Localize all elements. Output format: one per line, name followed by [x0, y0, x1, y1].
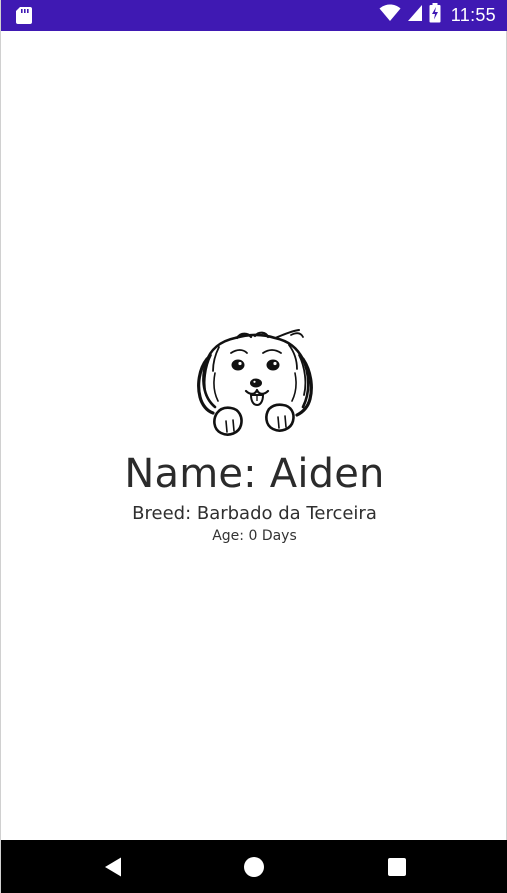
home-icon [244, 856, 264, 877]
wifi-icon [379, 4, 401, 27]
app-screen: 11:55 Name: Aiden Breed: Barbado da Terc… [0, 0, 507, 893]
pet-details: Name: Aiden Breed: Barbado da Terceira A… [1, 329, 507, 545]
recents-button[interactable] [367, 840, 427, 893]
dog-face-icon [196, 329, 313, 436]
main-content: Name: Aiden Breed: Barbado da Terceira A… [1, 31, 507, 840]
recents-icon [388, 857, 406, 876]
sd-card-icon [15, 6, 33, 25]
status-icons: 11:55 [379, 0, 496, 31]
navigation-bar [1, 840, 507, 893]
home-button[interactable] [224, 840, 284, 893]
cell-signal-icon [407, 4, 423, 27]
pet-age: Age: 0 Days [212, 528, 297, 544]
status-bar: 11:55 [1, 0, 507, 31]
back-button[interactable] [83, 840, 143, 893]
battery-charging-icon [429, 3, 441, 28]
back-icon [105, 857, 121, 876]
status-time: 11:55 [450, 5, 496, 25]
pet-name: Name: Aiden [124, 451, 385, 497]
pet-breed: Breed: Barbado da Terceira [132, 503, 377, 524]
